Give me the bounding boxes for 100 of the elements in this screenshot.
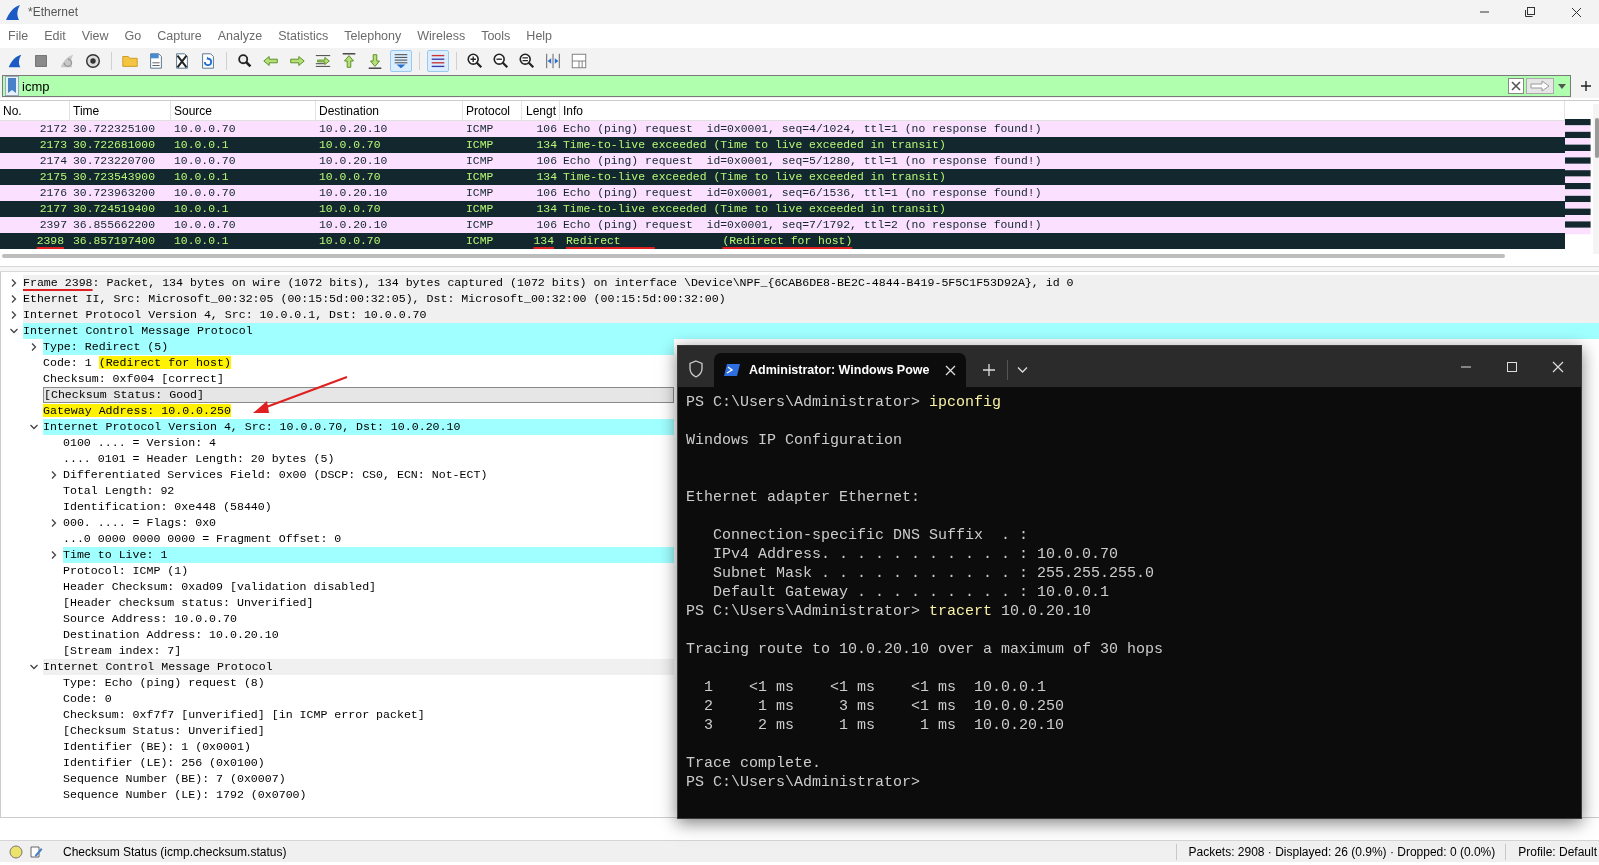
menu-item[interactable]: File xyxy=(0,26,37,46)
profile-label[interactable]: Profile: Default xyxy=(1518,842,1597,861)
shield-icon[interactable] xyxy=(688,360,704,378)
tree-row-text: Ethernet II, Src: Microsoft_00:32:05 (00:15:5d:00:32:05), Dst: Microsoft_00:32:00 (00:15:5d:00:32:00) xyxy=(23,291,726,307)
tree-row-text: Time to Live: 1 xyxy=(63,547,168,563)
tree-row-text: [Checksum Status: Good] xyxy=(44,388,205,402)
highlighted-row[interactable]: Internet Control Message Protocol xyxy=(23,323,1599,339)
packet-row[interactable]: 2397 36.855662200 10.0.0.70 10.0.20.10 ICMP 106 Echo (ping) request id=0x0001, seq=7/1792, ttl=2 (no response found!) xyxy=(0,217,1565,233)
menu-item[interactable]: Analyze xyxy=(209,26,271,46)
terminal-output: Ethernet adapter Ethernet: xyxy=(686,488,922,507)
tree-row-text[interactable]: [Checksum Status: Unverified] xyxy=(63,723,265,739)
command-argument: 10.0.20.10 xyxy=(1001,603,1092,620)
highlighted-row[interactable]: Type: Redirect (5) xyxy=(43,339,674,355)
column-header[interactable]: Destination xyxy=(316,101,463,120)
highlighted-row[interactable]: Time to Live: 1 xyxy=(63,547,674,563)
tree-row-text[interactable]: 0100 .... = Version: 4 xyxy=(63,435,217,451)
expander-icon[interactable] xyxy=(29,662,39,672)
tree-row-text[interactable]: Type: Echo (ping) request (8) xyxy=(63,675,265,691)
packet-row[interactable]: 2176 30.723963200 10.0.0.70 10.0.20.10 ICMP 106 Echo (ping) request id=0x0001, seq=6/1536, ttl=1 (no response found!) xyxy=(0,185,1565,201)
menu-item[interactable]: Capture xyxy=(149,26,210,46)
tree-row-text[interactable]: ...0 0000 0000 0000 = Fragment Offset: 0 xyxy=(63,531,342,547)
bookmark-icon[interactable] xyxy=(5,76,19,96)
expander-icon[interactable] xyxy=(9,294,19,304)
tree-row-text[interactable]: Gateway Address: 10.0.0.250 xyxy=(43,403,231,419)
highlighted-row[interactable]: Ethernet II, Src: Microsoft_00:32:05 (00:15:5d:00:32:05), Dst: Microsoft_00:32:00 (00:15:5d:00:32:00) xyxy=(23,291,1599,307)
tree-row-text[interactable]: Differentiated Services Field: 0x00 (DSCP: CS0, ECN: Not-ECT) xyxy=(63,467,488,483)
menu-item[interactable]: Go xyxy=(116,26,150,46)
tree-row-text[interactable]: Header Checksum: 0xad09 [validation disabled] xyxy=(63,579,377,595)
tree-row-text[interactable]: Checksum: 0xf7f7 [unverified] [in ICMP error packet] xyxy=(63,707,425,723)
prompt-text: PS C:\Users\Administrator> xyxy=(686,394,921,411)
expander-icon[interactable] xyxy=(9,326,19,336)
menu-item[interactable]: Help xyxy=(518,26,561,46)
tree-row-text[interactable]: Destination Address: 10.0.20.10 xyxy=(63,627,279,643)
add-tab-icon[interactable] xyxy=(982,363,996,377)
column-header[interactable]: Lengt xyxy=(522,101,560,120)
selected-row[interactable]: [Checksum Status: Good] xyxy=(43,387,674,403)
expander-icon[interactable] xyxy=(29,342,39,352)
add-icon[interactable] xyxy=(1580,80,1592,92)
tree-row-text[interactable]: Sequence Number (LE): 1792 (0x0700) xyxy=(63,787,307,803)
packet-row[interactable]: 2177 30.724519400 10.0.0.1 10.0.0.70 ICMP 134 Time-to-live exceeded (Time to live exceeded in transit) xyxy=(0,201,1565,217)
tree-row-text[interactable]: Checksum: 0xf004 [correct] xyxy=(43,371,224,387)
column-header[interactable]: No. xyxy=(0,101,70,120)
maximize-icon[interactable] xyxy=(1524,6,1536,18)
packet-row[interactable]: 2175 30.723543900 10.0.0.1 10.0.0.70 ICMP 134 Time-to-live exceeded (Time to live exceeded in transit) xyxy=(0,169,1565,185)
tree-row-text[interactable]: Identification: 0xe448 (58440) xyxy=(63,499,272,515)
resize-columns-icon xyxy=(544,52,562,70)
tree-row-text[interactable]: Identifier (BE): 1 (0x0001) xyxy=(63,739,251,755)
expander-icon[interactable] xyxy=(49,518,59,528)
tree-row-text[interactable]: Identifier (LE): 256 (0x0100) xyxy=(63,755,265,771)
chevron-down-icon[interactable] xyxy=(1017,366,1028,374)
horizontal-scrollbar[interactable] xyxy=(2,254,1505,258)
highlighted-row[interactable]: Internet Protocol Version 4, Src: 10.0.0.70, Dst: 10.0.20.10 xyxy=(43,419,674,435)
column-header[interactable]: Time xyxy=(70,101,171,120)
highlighted-row[interactable]: Internet Control Message Protocol xyxy=(43,659,674,675)
highlighted-row[interactable]: Internet Protocol Version 4, Src: 10.0.0.1, Dst: 10.0.0.70 xyxy=(23,307,1599,323)
column-header[interactable]: Source xyxy=(171,101,316,120)
expander-icon[interactable] xyxy=(49,550,59,560)
tree-row-text[interactable]: [Stream index: 7] xyxy=(63,643,182,659)
edit-icon[interactable] xyxy=(29,844,43,859)
tree-row-text[interactable]: Code: 0 xyxy=(63,691,112,707)
menu-item[interactable]: Wireless xyxy=(409,26,474,46)
highlighted-row[interactable]: Frame 2398: Packet, 134 bytes on wire (1072 bits), 134 bytes captured (1072 bits) on interface \Device\NPF_{6CAB6DE8-BE2C-4844-B419-5F5C1F53D92A}, id 0 xyxy=(23,275,1599,291)
tree-row-text[interactable]: [Header checksum status: Unverified] xyxy=(63,595,314,611)
autoscroll-button[interactable] xyxy=(390,50,412,72)
command-text: ipconfig xyxy=(929,394,1002,411)
column-header[interactable]: Protocol xyxy=(463,101,522,120)
zoom-out-icon xyxy=(492,52,510,70)
menu-item[interactable]: Tools xyxy=(473,26,519,46)
packet-row[interactable]: 2172 30.722325100 10.0.0.70 10.0.20.10 ICMP 106 Echo (ping) request id=0x0001, seq=4/1024, ttl=1 (no response found!) xyxy=(0,121,1565,137)
packet-row[interactable]: 2398 36.857197400 10.0.0.1 10.0.0.70 ICMP 134 Redirect (Redirect for host) xyxy=(0,233,1565,249)
status-icon[interactable] xyxy=(9,844,23,859)
tree-row-text[interactable]: Source Address: 10.0.0.70 xyxy=(63,611,237,627)
menu-item[interactable]: Telephony xyxy=(336,26,410,46)
packet-row[interactable]: 2174 30.723220700 10.0.0.70 10.0.20.10 ICMP 106 Echo (ping) request id=0x0001, seq=5/1280, ttl=1 (no response found!) xyxy=(0,153,1565,169)
tree-row-text[interactable]: Sequence Number (BE): 7 (0x0007) xyxy=(63,771,286,787)
tree-row-text[interactable]: Total Length: 92 xyxy=(63,483,175,499)
clear-icon[interactable] xyxy=(1508,78,1524,94)
terminal-output: Windows IP Configuration xyxy=(686,431,904,450)
close-icon[interactable] xyxy=(1570,6,1582,18)
tree-row-text[interactable]: .... 0101 = Header Length: 20 bytes (5) xyxy=(63,451,335,467)
maximize-icon[interactable] xyxy=(1506,360,1518,373)
search-icon xyxy=(236,52,254,70)
vertical-scrollbar[interactable] xyxy=(1592,104,1599,254)
column-header[interactable]: Info xyxy=(560,101,1565,120)
terminal-output: Subnet Mask . . . . . . . . . . . : 255.255.255.0 xyxy=(712,564,1156,583)
expander-icon[interactable] xyxy=(29,422,39,432)
colored-lines-button[interactable] xyxy=(427,50,449,72)
menu-item[interactable]: View xyxy=(73,26,117,46)
powershell-icon xyxy=(724,363,740,377)
terminal-tab[interactable]: Administrator: Windows Powe xyxy=(714,353,966,387)
tree-row-text[interactable]: 000. .... = Flags: 0x0 xyxy=(63,515,217,531)
expander-icon[interactable] xyxy=(49,470,59,480)
expander-icon[interactable] xyxy=(9,310,19,320)
tree-row-text[interactable]: Protocol: ICMP (1) xyxy=(63,563,189,579)
packet-row[interactable]: 2173 30.722681000 10.0.0.1 10.0.0.70 ICMP 134 Time-to-live exceeded (Time to live exceeded in transit) xyxy=(0,137,1565,153)
fin-icon xyxy=(4,3,22,21)
menu-item[interactable]: Edit xyxy=(36,26,74,46)
expander-icon[interactable] xyxy=(9,278,19,288)
menu-item[interactable]: Statistics xyxy=(270,26,337,46)
terminal-output: Tracing route to 10.0.20.10 over a maximum of 30 hops xyxy=(686,640,1165,659)
